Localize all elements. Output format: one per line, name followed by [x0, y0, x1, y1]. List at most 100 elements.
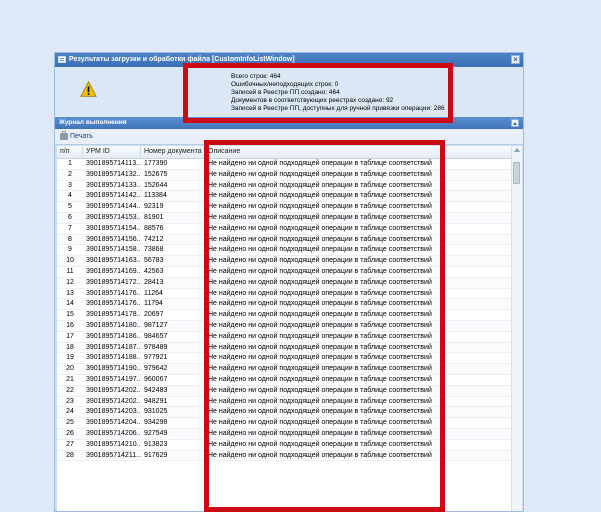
cell-urm-id: 3901895714211...	[86, 451, 141, 459]
cell-urm-id: 3901895714172...	[86, 278, 141, 286]
cell-number: 8	[68, 235, 72, 243]
cell-number: 26	[66, 429, 74, 437]
cell-document-number: 56783	[144, 257, 164, 265]
cell-number: 11	[66, 267, 74, 275]
column-header-urm-id[interactable]: УРМ ID	[83, 146, 141, 158]
close-button[interactable]: ×	[511, 55, 520, 64]
cell-document-number: 931025	[144, 408, 168, 416]
cell-document-number: 942483	[144, 386, 168, 394]
cell-urm-id: 3901895714153...	[86, 213, 141, 221]
cell-number: 17	[66, 332, 74, 340]
window-title: Результаты загрузки и обработки файла [C…	[69, 56, 295, 63]
cell-number: 21	[66, 375, 74, 383]
cell-document-number: 960067	[144, 375, 168, 383]
cell-document-number: 934298	[144, 419, 168, 427]
cell-document-number: 74212	[144, 235, 164, 243]
cell-urm-id: 3901895714154...	[86, 224, 141, 232]
cell-urm-id: 3901895714144...	[86, 203, 141, 211]
cell-number: 25	[66, 419, 74, 427]
cell-number: 6	[68, 213, 72, 221]
cell-document-number: 11794	[144, 300, 163, 308]
print-label: Печать	[70, 133, 93, 140]
cell-document-number: 927549	[144, 429, 168, 437]
cell-number: 2	[68, 170, 72, 178]
cell-urm-id: 3901895714188...	[86, 354, 141, 362]
scroll-up-icon[interactable]	[514, 148, 520, 152]
cell-urm-id: 3901895714180...	[86, 321, 141, 329]
cell-urm-id: 3901895714133...	[86, 181, 141, 189]
cell-document-number: 979642	[144, 365, 168, 373]
cell-number: 28	[66, 451, 74, 459]
cell-urm-id: 3901895714190...	[86, 365, 141, 373]
cell-urm-id: 3901895714202...	[86, 386, 141, 394]
cell-number: 16	[66, 321, 74, 329]
cell-number: 3	[68, 181, 72, 189]
cell-document-number: 28413	[144, 278, 164, 286]
cell-urm-id: 3901895714204...	[86, 419, 141, 427]
cell-urm-id: 3901895714176...	[86, 300, 141, 308]
cell-document-number: 177390	[144, 160, 168, 167]
cell-document-number: 81901	[144, 213, 164, 221]
print-button[interactable]: Печать	[60, 131, 93, 142]
cell-urm-id: 3901895714187...	[86, 343, 141, 351]
cell-document-number: 948291	[144, 397, 168, 405]
column-header-document-number[interactable]: Номер документа	[141, 146, 205, 158]
cell-number: 23	[66, 397, 74, 405]
cell-document-number: 88576	[144, 224, 164, 232]
cell-number: 13	[66, 289, 74, 297]
cell-number: 20	[66, 365, 74, 373]
cell-number: 5	[68, 203, 72, 211]
cell-document-number: 984657	[144, 332, 168, 340]
cell-document-number: 978489	[144, 343, 168, 351]
cell-urm-id: 3901895714186...	[86, 332, 141, 340]
highlight-box-description	[204, 140, 445, 512]
warning-icon	[80, 81, 97, 97]
cell-number: 22	[66, 386, 74, 394]
cell-document-number: 977921	[144, 354, 168, 362]
column-header-number[interactable]: п/п	[57, 146, 83, 158]
cell-document-number: 913823	[144, 440, 168, 448]
cell-urm-id: 3901895714169...	[86, 267, 141, 275]
cell-number: 18	[66, 343, 74, 351]
cell-number: 4	[68, 192, 72, 200]
cell-urm-id: 3901895714158...	[86, 246, 141, 254]
cell-urm-id: 3901895714113...	[86, 160, 141, 167]
window-icon	[58, 56, 66, 63]
cell-number: 9	[68, 246, 72, 254]
cell-document-number: 987127	[144, 321, 168, 329]
cell-urm-id: 3901895714156...	[86, 235, 141, 243]
cell-number: 12	[66, 278, 74, 286]
cell-urm-id: 3901895714132...	[86, 170, 141, 178]
cell-document-number: 92319	[144, 203, 164, 211]
cell-number: 1	[68, 160, 72, 167]
cell-number: 10	[66, 257, 74, 265]
cell-document-number: 152644	[144, 181, 168, 189]
cell-number: 19	[66, 354, 74, 362]
printer-icon	[60, 131, 68, 140]
cell-number: 15	[66, 311, 74, 319]
cell-document-number: 20697	[144, 311, 164, 319]
scroll-thumb[interactable]	[513, 162, 520, 184]
cell-document-number: 113384	[144, 192, 167, 200]
cell-document-number: 42563	[144, 267, 164, 275]
cell-urm-id: 3901895714202...	[86, 397, 141, 405]
cell-urm-id: 3901895714210...	[86, 440, 141, 448]
cell-urm-id: 3901895714178...	[86, 311, 141, 319]
cell-urm-id: 3901895714176...	[86, 289, 141, 297]
grid-scrollbar[interactable]	[511, 146, 522, 511]
cell-number: 14	[66, 300, 74, 308]
log-section-title: Журнал выполнения	[59, 119, 127, 126]
cell-number: 27	[66, 440, 74, 448]
cell-number: 7	[68, 224, 72, 232]
cell-document-number: 11264	[144, 289, 163, 297]
cell-urm-id: 3901895714206...	[86, 429, 141, 437]
cell-urm-id: 3901895714197...	[86, 375, 141, 383]
cell-number: 24	[66, 408, 74, 416]
cell-document-number: 73868	[144, 246, 164, 254]
cell-urm-id: 3901895714163...	[86, 257, 141, 265]
cell-urm-id: 3901895714203...	[86, 408, 141, 416]
collapse-icon[interactable]	[511, 119, 519, 127]
cell-document-number: 152675	[144, 170, 168, 178]
cell-urm-id: 3901895714142...	[86, 192, 141, 200]
cell-document-number: 917629	[144, 451, 168, 459]
